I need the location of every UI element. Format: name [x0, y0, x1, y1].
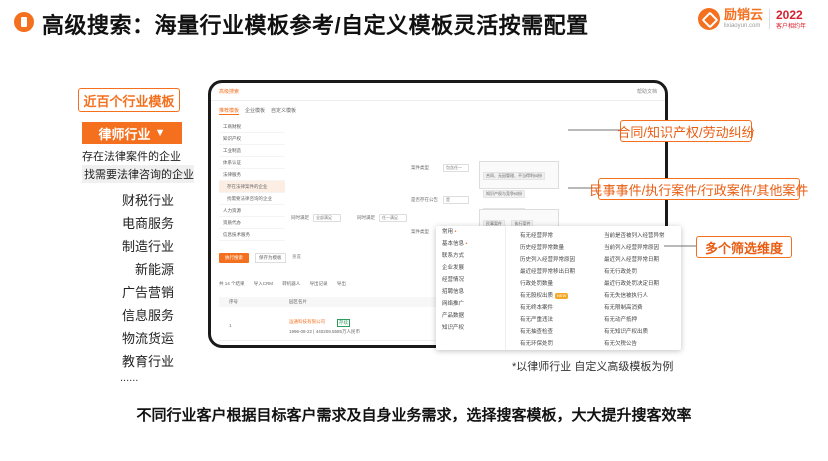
callout-case-types: 合同/知识产权/劳动纠纷	[617, 120, 755, 142]
callout-filter-dimensions: 多个筛选维度	[696, 236, 792, 258]
example-note: *以律师行业 自定义高级模板为例	[512, 361, 674, 373]
callout-case-categories: 民事事件/执行案件/行政案件/其他案件	[590, 178, 808, 200]
callout-connectors	[568, 129, 696, 247]
footer-summary: 不同行业客户根据目标客户需求及自身业务需求，选择搜客模板，大大提升搜客效率	[136, 407, 692, 424]
